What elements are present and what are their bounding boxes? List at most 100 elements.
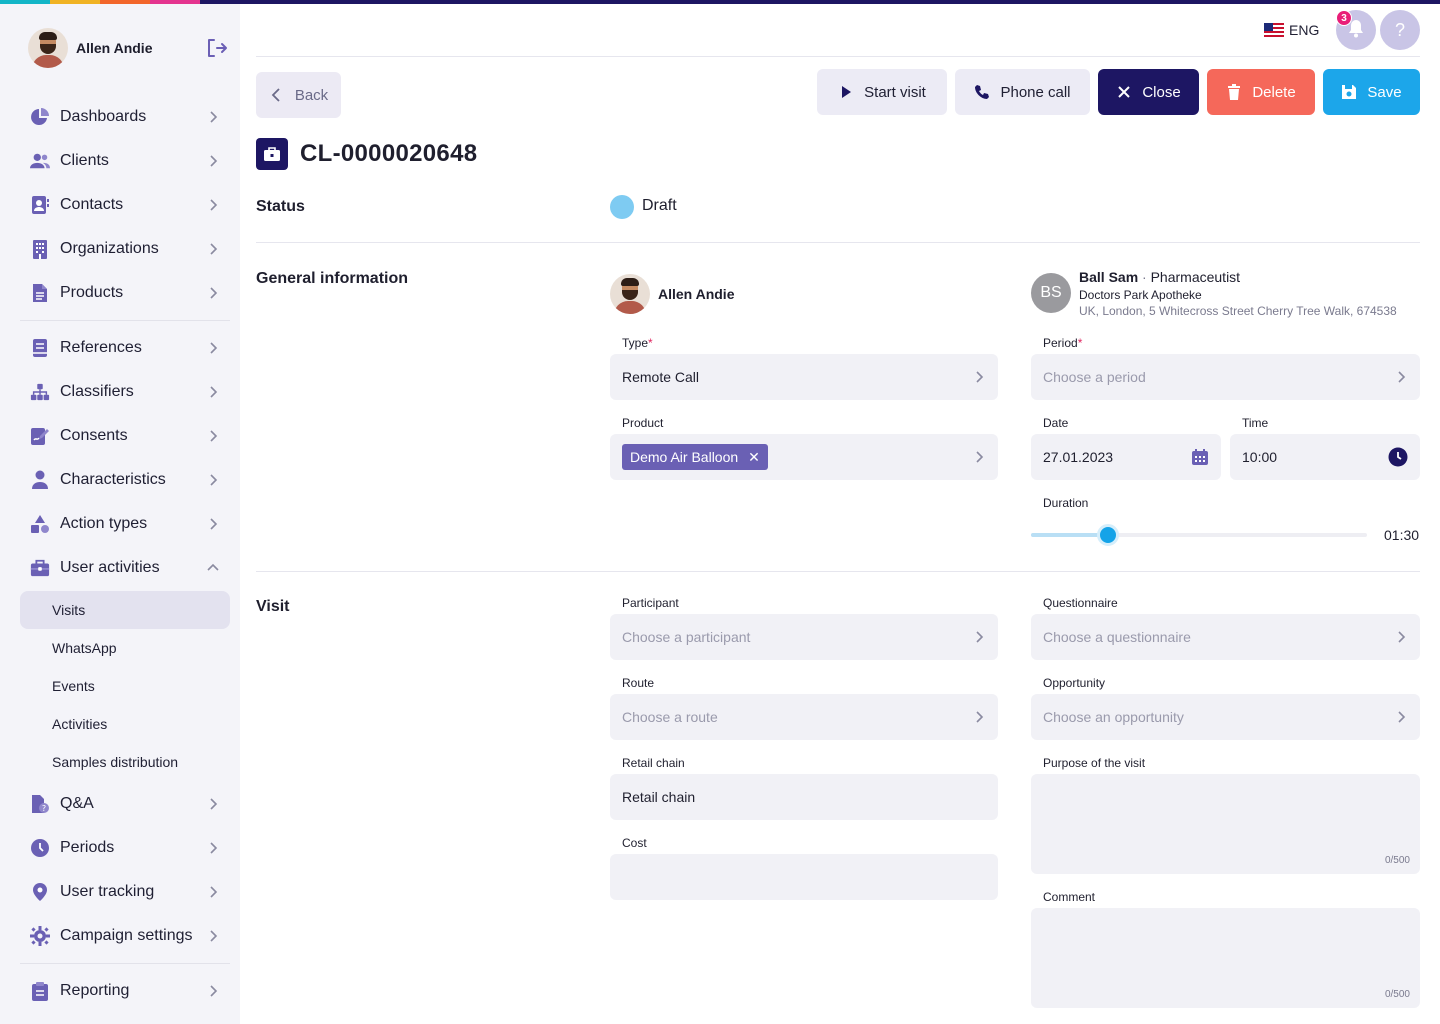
user-profile[interactable]: Allen Andie [28,26,228,70]
participant-select[interactable]: Choose a participant [610,614,998,660]
sidebar-item-organizations[interactable]: Organizations [20,229,230,269]
chevron-right-icon [206,341,220,355]
sidebar-subitem-whatsapp[interactable]: WhatsApp [20,629,230,667]
us-flag-icon [1264,23,1284,37]
floppy-disk-icon [1341,84,1357,100]
sidebar-item-user-activities[interactable]: User activities [20,548,230,588]
questionnaire-select[interactable]: Choose a questionnaire [1031,614,1420,660]
type-select[interactable]: Remote Call [610,354,998,400]
questionnaire-label: Questionnaire [1043,596,1118,610]
sidebar-item-periods[interactable]: Periods [20,828,230,868]
period-select[interactable]: Choose a period [1031,354,1420,400]
retail-chain-input[interactable]: Retail chain [610,774,998,820]
chevron-right-icon [206,517,220,531]
close-button[interactable]: Close [1098,69,1199,115]
sidebar-item-clients[interactable]: Clients [20,141,230,181]
phone-icon [974,84,990,100]
sidebar-item-consents[interactable]: Consents [20,416,230,456]
client-info[interactable]: BS Ball Sam · Pharmaceutist Doctors Park… [1031,267,1397,319]
sidebar-item-action-types[interactable]: Action types [20,504,230,544]
client-role: Pharmaceutist [1150,269,1241,285]
sidebar-item-classifiers[interactable]: Classifiers [20,372,230,412]
back-button[interactable]: Back [256,72,341,118]
logout-icon[interactable] [204,36,228,60]
chevron-right-icon [206,929,220,943]
document-icon [30,283,50,303]
sidebar-item-label: Campaign settings [60,927,193,944]
users-icon [30,151,50,171]
page-title: CL-0000020648 [300,140,478,167]
sidebar-subitem-samples-distribution[interactable]: Samples distribution [20,743,230,781]
remove-chip-icon[interactable]: ✕ [748,449,760,466]
type-label-text: Type [622,336,649,350]
sidebar-divider [20,320,230,321]
date-label: Date [1043,416,1069,430]
phone-call-button[interactable]: Phone call [955,69,1090,115]
product-chips: Demo Air Balloon ✕ [622,444,972,470]
time-value: 10:00 [1242,449,1278,465]
sidebar-item-qa[interactable]: ? Q&A [20,784,230,824]
sidebar-item-label: Organizations [60,240,159,257]
chevron-left-icon [269,87,285,103]
date-input[interactable]: 27.01.2023 [1031,434,1221,480]
sidebar-subitem-activities[interactable]: Activities [20,705,230,743]
start-visit-button[interactable]: Start visit [817,69,947,115]
trash-icon [1226,84,1242,100]
chevron-right-icon [206,242,220,256]
person-icon [30,470,50,490]
sidebar-item-references[interactable]: References [20,328,230,368]
status-label: Status [256,198,305,215]
sidebar-item-reporting[interactable]: Reporting [20,971,230,1011]
route-label: Route [622,676,655,690]
chevron-right-icon [206,429,220,443]
sidebar-item-campaign-settings[interactable]: Campaign settings [20,916,230,956]
start-visit-label: Start visit [864,83,926,101]
chevron-right-icon [972,370,986,384]
chevron-right-icon [206,154,220,168]
clock-icon[interactable] [1388,447,1408,467]
type-label: Type* [622,336,653,350]
language-selector[interactable]: ENG [1264,22,1319,38]
sidebar-item-label: Clients [60,152,109,169]
shapes-icon [30,514,50,534]
period-label: Period* [1043,336,1082,350]
sidebar-item-user-tracking[interactable]: User tracking [20,872,230,912]
briefcase-icon [256,138,288,170]
save-button[interactable]: Save [1323,69,1420,115]
sidebar-item-contacts[interactable]: Contacts [20,185,230,225]
opportunity-select[interactable]: Choose an opportunity [1031,694,1420,740]
owner-info: Allen Andie [610,274,735,314]
sidebar-item-products[interactable]: Products [20,273,230,313]
comment-textarea[interactable]: 0/500 [1031,908,1420,1008]
clock-icon [30,838,50,858]
duration-slider-handle[interactable] [1097,524,1119,546]
pie-chart-icon [30,107,50,127]
calendar-icon[interactable] [1191,448,1209,466]
time-input[interactable]: 10:00 [1230,434,1420,480]
play-icon [838,84,854,100]
help-button[interactable]: ? [1380,10,1420,50]
chevron-right-icon [206,110,220,124]
signature-icon [30,426,50,446]
chevron-right-icon [206,797,220,811]
product-chip-label: Demo Air Balloon [630,449,739,465]
cost-input[interactable] [610,854,998,900]
route-select[interactable]: Choose a route [610,694,998,740]
sidebar-subitem-visits[interactable]: Visits [20,591,230,629]
sidebar-item-characteristics[interactable]: Characteristics [20,460,230,500]
status-value: Draft [642,197,677,214]
sidebar-item-label: Periods [60,839,115,856]
purpose-textarea[interactable]: 0/500 [1031,774,1420,874]
delete-button[interactable]: Delete [1207,69,1315,115]
help-icon: ? [1394,19,1405,40]
notification-count-badge: 3 [1336,10,1352,26]
retail-chain-label: Retail chain [622,756,685,770]
sidebar-item-label: Products [60,284,124,301]
sidebar-divider [20,963,230,964]
gear-icon [30,926,50,946]
sidebar-item-dashboards[interactable]: Dashboards [20,97,230,137]
sidebar-subitem-events[interactable]: Events [20,667,230,705]
product-select[interactable]: Demo Air Balloon ✕ [610,434,998,480]
save-label: Save [1367,83,1402,101]
duration-slider[interactable] [1031,524,1367,546]
